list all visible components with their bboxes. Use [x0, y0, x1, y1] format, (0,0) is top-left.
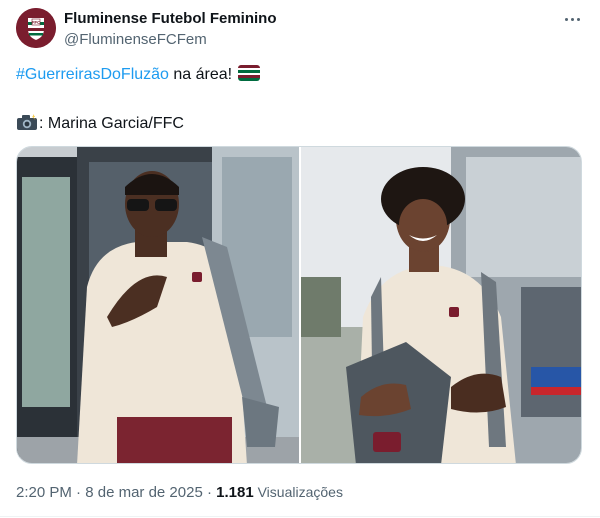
- more-icon-dot: [576, 17, 580, 21]
- photo-credit: : Marina Garcia/FFC: [16, 113, 184, 134]
- divider: [0, 516, 600, 517]
- more-icon-dot: [564, 17, 568, 21]
- fluminense-flag-icon: [238, 65, 261, 81]
- photo-1[interactable]: [17, 147, 299, 463]
- photo-credit-text: Marina Garcia/FFC: [43, 115, 184, 132]
- camera-flash-icon: [16, 113, 38, 131]
- avatar[interactable]: FFC: [16, 8, 56, 48]
- tweet-date[interactable]: 8 de mar de 2025: [85, 484, 203, 501]
- tweet-text: #GuerreirasDoFluzão na área!: [16, 65, 261, 85]
- hashtag-link[interactable]: #GuerreirasDoFluzão: [16, 66, 169, 83]
- views-label: Visualizações: [253, 484, 343, 500]
- meta-separator: ·: [202, 484, 217, 501]
- tweet-text-body: na área!: [168, 66, 233, 83]
- tweet-time[interactable]: 2:20 PM: [16, 484, 72, 501]
- svg-text:FFC: FFC: [32, 20, 41, 25]
- fluminense-crest-icon: FFC: [16, 8, 56, 48]
- author-name[interactable]: Fluminense Futebol Feminino: [64, 10, 277, 27]
- meta-separator: ·: [71, 484, 86, 501]
- more-options-button[interactable]: [558, 8, 586, 30]
- views-count: 1.181: [216, 484, 254, 501]
- photo-2[interactable]: [301, 147, 581, 463]
- tweet-meta: 2:20 PM · 8 de mar de 2025 · 1.181 Visua…: [16, 484, 343, 501]
- author-handle[interactable]: @FluminenseFCFem: [64, 31, 207, 48]
- tweet[interactable]: FFC Fluminense Futebol Feminino @Flumine…: [0, 0, 600, 518]
- media-grid: [16, 146, 582, 464]
- more-icon-dot: [570, 17, 574, 21]
